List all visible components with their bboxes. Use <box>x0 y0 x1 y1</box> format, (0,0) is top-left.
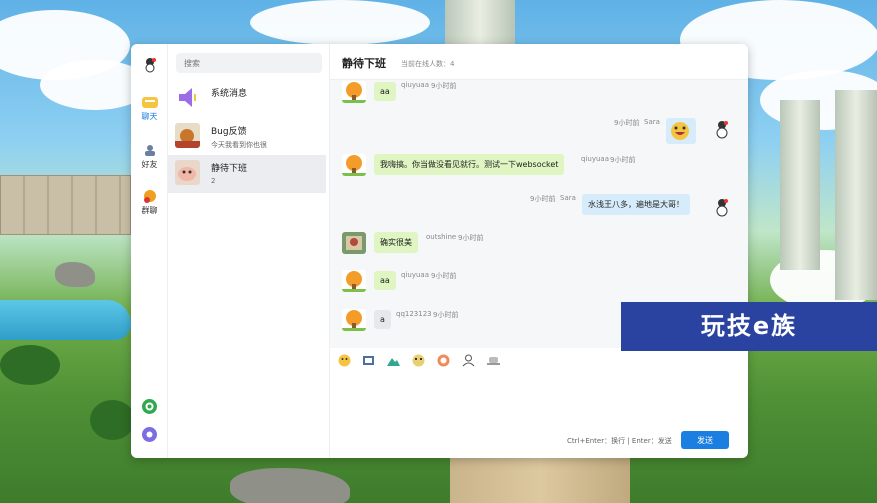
penguin-avatar-icon <box>716 199 728 217</box>
message-bubble: a <box>374 310 391 329</box>
search-input[interactable] <box>176 53 322 73</box>
face-icon[interactable] <box>412 354 425 367</box>
chat-panel: 静待下班 当前在线人数：4 aa qiuyuaa 9小时前 9小时前 Sara … <box>330 44 748 458</box>
nav-group[interactable]: 群聊 <box>131 190 168 216</box>
nav-group-label: 群聊 <box>141 206 158 215</box>
conversation-list: 系统消息 Bug反馈 今天我看到你也很 静待下班 2 <box>168 44 330 458</box>
message-user: Sara <box>644 118 660 126</box>
message-time: 9小时前 <box>610 156 636 164</box>
message-time: 9小时前 <box>431 272 457 280</box>
message-user: qq123123 <box>396 310 432 318</box>
message-time: 9小时前 <box>433 311 459 319</box>
group-icon <box>143 190 156 203</box>
conversation-avatar <box>175 160 200 185</box>
conversation-name: 静待下班 <box>211 164 248 174</box>
penguin-icon <box>145 58 156 73</box>
mountain-icon[interactable] <box>387 354 400 367</box>
message-user: outshine <box>426 233 457 241</box>
send-button[interactable]: 发送 <box>681 431 729 449</box>
conversation-name: 系统消息 <box>211 89 248 99</box>
online-count: 当前在线人数：4 <box>401 60 455 68</box>
message-user: qiuyuaa <box>401 81 429 89</box>
user-avatar[interactable] <box>140 54 160 74</box>
message-user: Sara <box>560 194 576 202</box>
photo-avatar-icon <box>342 232 366 254</box>
friends-icon <box>144 145 155 156</box>
message-bubble: 水浅王八多，遍地是大哥！ <box>582 194 690 215</box>
tree-avatar-icon <box>342 270 366 292</box>
conversation-item[interactable]: Bug反馈 今天我看到你也很 <box>168 118 326 156</box>
message-time: 9小时前 <box>431 82 457 90</box>
shortcut-hint: Ctrl+Enter：换行 | Enter：发送 <box>567 437 672 445</box>
message-bubble: aa <box>374 82 396 101</box>
help-icon[interactable] <box>142 399 157 414</box>
nav-friends[interactable]: 好友 <box>131 144 168 170</box>
message-user: qiuyuaa <box>581 155 609 163</box>
conversation-item-active[interactable]: 静待下班 2 <box>168 155 326 193</box>
emoji-icon[interactable] <box>338 354 351 367</box>
sticker-icon[interactable] <box>437 354 450 367</box>
penguin-avatar-icon <box>716 121 728 139</box>
nav-rail: 聊天 好友 群聊 <box>131 44 168 458</box>
tree-avatar-icon <box>342 309 366 331</box>
laughing-emoji-icon <box>671 122 689 140</box>
message-bubble: 确实很美 <box>374 232 418 253</box>
conversation-name: Bug反馈 <box>211 127 247 137</box>
message-time: 9小时前 <box>530 195 556 203</box>
conversation-preview: 2 <box>211 177 216 185</box>
nav-friends-label: 好友 <box>141 160 158 169</box>
image-icon[interactable] <box>362 354 375 367</box>
hat-icon[interactable] <box>487 354 500 367</box>
message-bubble: aa <box>374 271 396 290</box>
message-user: qiuyuaa <box>401 271 429 279</box>
tree-avatar-icon <box>342 81 366 103</box>
speaker-icon <box>179 88 196 107</box>
nav-chat[interactable]: 聊天 <box>131 96 168 122</box>
message-time: 9小时前 <box>458 234 484 242</box>
chat-icon <box>141 97 158 108</box>
chat-header: 静待下班 当前在线人数：4 <box>330 44 748 80</box>
user-icon[interactable] <box>462 354 475 367</box>
chat-app-window: 聊天 好友 群聊 系统消息 Bug反馈 今天我看到你也很 静 <box>131 44 748 458</box>
tree-avatar-icon <box>342 154 366 176</box>
watermark-logo: 玩技e族 <box>621 302 877 351</box>
settings-icon[interactable] <box>142 427 157 442</box>
conversation-avatar <box>175 123 200 148</box>
conversation-preview: 今天我看到你也很 <box>211 141 267 149</box>
message-bubble: 我嗨搞。你当做没看见就行。测试一下websocket <box>374 154 565 175</box>
message-bubble <box>666 118 696 144</box>
conversation-item[interactable]: 系统消息 <box>168 80 326 118</box>
chat-title: 静待下班 <box>342 57 386 70</box>
nav-chat-label: 聊天 <box>141 112 158 121</box>
message-time: 9小时前 <box>614 119 640 127</box>
